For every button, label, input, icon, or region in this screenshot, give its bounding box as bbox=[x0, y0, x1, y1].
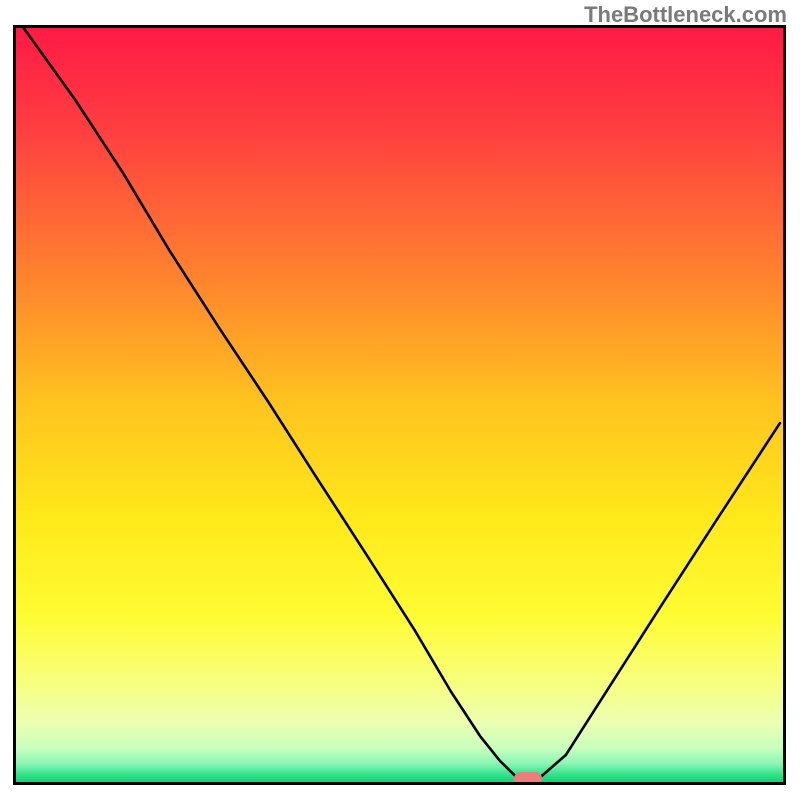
chart-frame: TheBottleneck.com bbox=[0, 0, 800, 800]
plot-area bbox=[13, 25, 786, 785]
highlight-marker bbox=[514, 772, 542, 785]
curve-line bbox=[16, 28, 783, 782]
